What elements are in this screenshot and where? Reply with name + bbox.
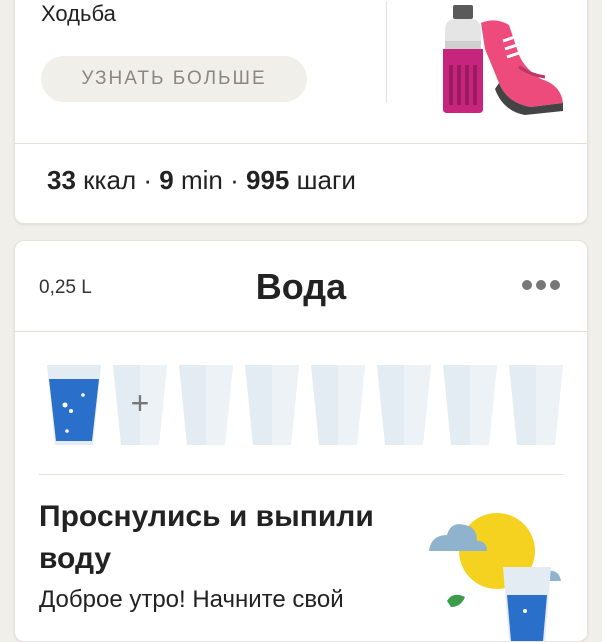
walking-divider bbox=[15, 143, 587, 144]
more-dots-icon[interactable] bbox=[521, 279, 561, 291]
plus-icon: + bbox=[131, 385, 150, 421]
walking-stats: 33 ккал · 9 min · 995 шаги bbox=[47, 165, 356, 196]
stats-separator: · bbox=[143, 165, 153, 195]
calories-value: 33 bbox=[47, 165, 76, 195]
add-glass-button[interactable]: + bbox=[111, 361, 169, 447]
vertical-divider bbox=[386, 1, 387, 103]
stats-separator: · bbox=[230, 165, 239, 195]
empty-glass-icon bbox=[443, 365, 497, 445]
empty-glass-icon bbox=[311, 365, 365, 445]
minutes-unit: min bbox=[180, 165, 223, 195]
steps-value: 995 bbox=[246, 165, 290, 195]
water-card[interactable]: 0,25 L Вода + Проснулись и выпили воду Д… bbox=[14, 240, 588, 642]
empty-glass-icon bbox=[509, 365, 563, 445]
water-bottle-and-sneaker-icon bbox=[443, 5, 563, 115]
tip-body: Доброе утро! Начните свой bbox=[39, 586, 344, 613]
steps-unit: шаги bbox=[296, 165, 356, 195]
learn-more-button[interactable]: УЗНАТЬ БОЛЬШЕ bbox=[41, 56, 307, 102]
minutes-value: 9 bbox=[159, 165, 174, 195]
water-glasses: + bbox=[45, 361, 565, 447]
walking-card[interactable]: Ходьба УЗНАТЬ БОЛЬШЕ 33 ккал · 9 min · 9… bbox=[14, 0, 588, 224]
water-header-divider bbox=[15, 331, 587, 332]
empty-glass-icon bbox=[245, 365, 299, 445]
water-title: Вода bbox=[255, 266, 347, 307]
empty-glass-icon bbox=[377, 365, 431, 445]
filled-glass-icon[interactable] bbox=[45, 361, 103, 447]
tip-title: Проснулись и выпили воду bbox=[39, 500, 374, 575]
sun-clouds-water-glass-icon bbox=[429, 513, 561, 641]
water-tip-divider bbox=[39, 474, 563, 475]
calories-unit: ккал bbox=[83, 165, 137, 195]
empty-glass-icon bbox=[179, 365, 233, 445]
walking-title: Ходьба bbox=[41, 1, 116, 26]
